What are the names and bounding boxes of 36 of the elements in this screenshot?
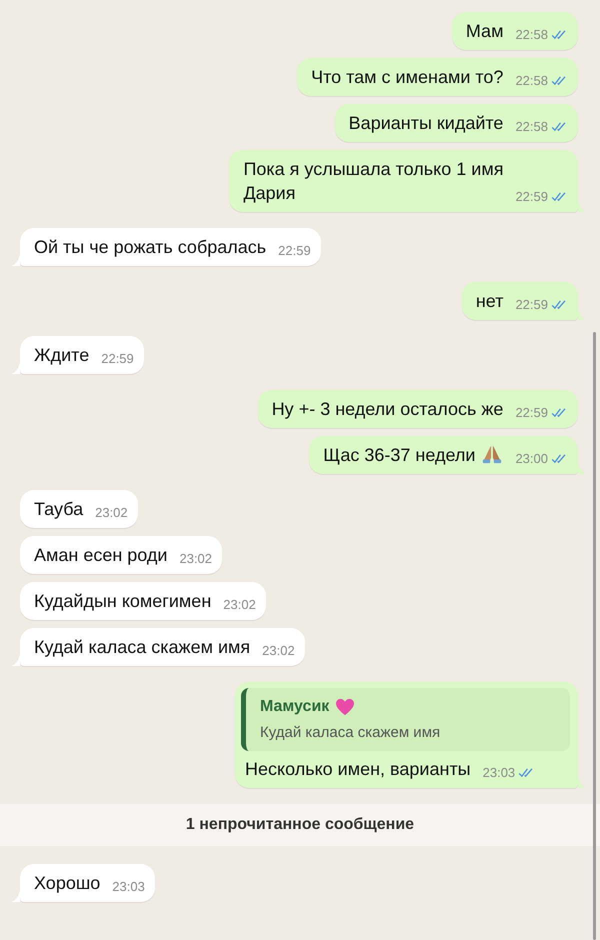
message-text: Ждите (34, 344, 90, 367)
timestamp: 23:02 (223, 597, 256, 612)
timestamp: 23:03 (482, 765, 516, 780)
timestamp: 22:59 (278, 243, 311, 258)
quoted-message[interactable]: Мамусик Кудай каласа скажем имя (241, 688, 570, 751)
message-text: Ну +- 3 недели осталось же (272, 398, 504, 421)
quote-text: Кудай каласа скажем имя (260, 724, 442, 741)
timestamp: 23:03 (112, 879, 145, 894)
quote-author: Мамусик (260, 698, 330, 716)
message-text: Мам (466, 20, 504, 43)
timestamp: 23:00 (515, 451, 548, 466)
message-text: Что там с именами то? (311, 66, 504, 89)
message-text: Щас 36-37 недели (323, 444, 476, 467)
message-text: Кудай каласа скажем имя (34, 636, 250, 659)
unread-count-label: 1 непрочитанное сообщение (186, 816, 414, 834)
timestamp: 22:58 (515, 27, 548, 42)
message-text: Кудайдын комегимен (34, 590, 212, 613)
heart-icon (335, 698, 356, 716)
timestamp: 22:59 (515, 297, 548, 312)
message-text: Несколько имен, варианты (245, 758, 471, 781)
timestamp: 22:58 (515, 119, 548, 134)
message-text: нет (476, 290, 504, 313)
timestamp: 22:58 (515, 73, 548, 88)
message-text: Варианты кидайте (348, 112, 504, 135)
message-text: Тауба (34, 498, 84, 521)
timestamp: 23:02 (262, 643, 295, 658)
message-text: Ой ты че рожать собралась (34, 236, 266, 259)
timestamp: 23:02 (179, 551, 212, 566)
message-text: Аман есен роди (34, 544, 168, 567)
message-text: Пока я услышала только 1 имя Дария (243, 158, 504, 205)
timestamp: 22:59 (101, 351, 134, 366)
timestamp: 22:59 (515, 189, 548, 204)
scrollbar[interactable] (593, 332, 596, 940)
timestamp: 22:59 (515, 405, 548, 420)
message-text: Хорошо (34, 872, 100, 895)
timestamp: 23:02 (95, 505, 128, 520)
